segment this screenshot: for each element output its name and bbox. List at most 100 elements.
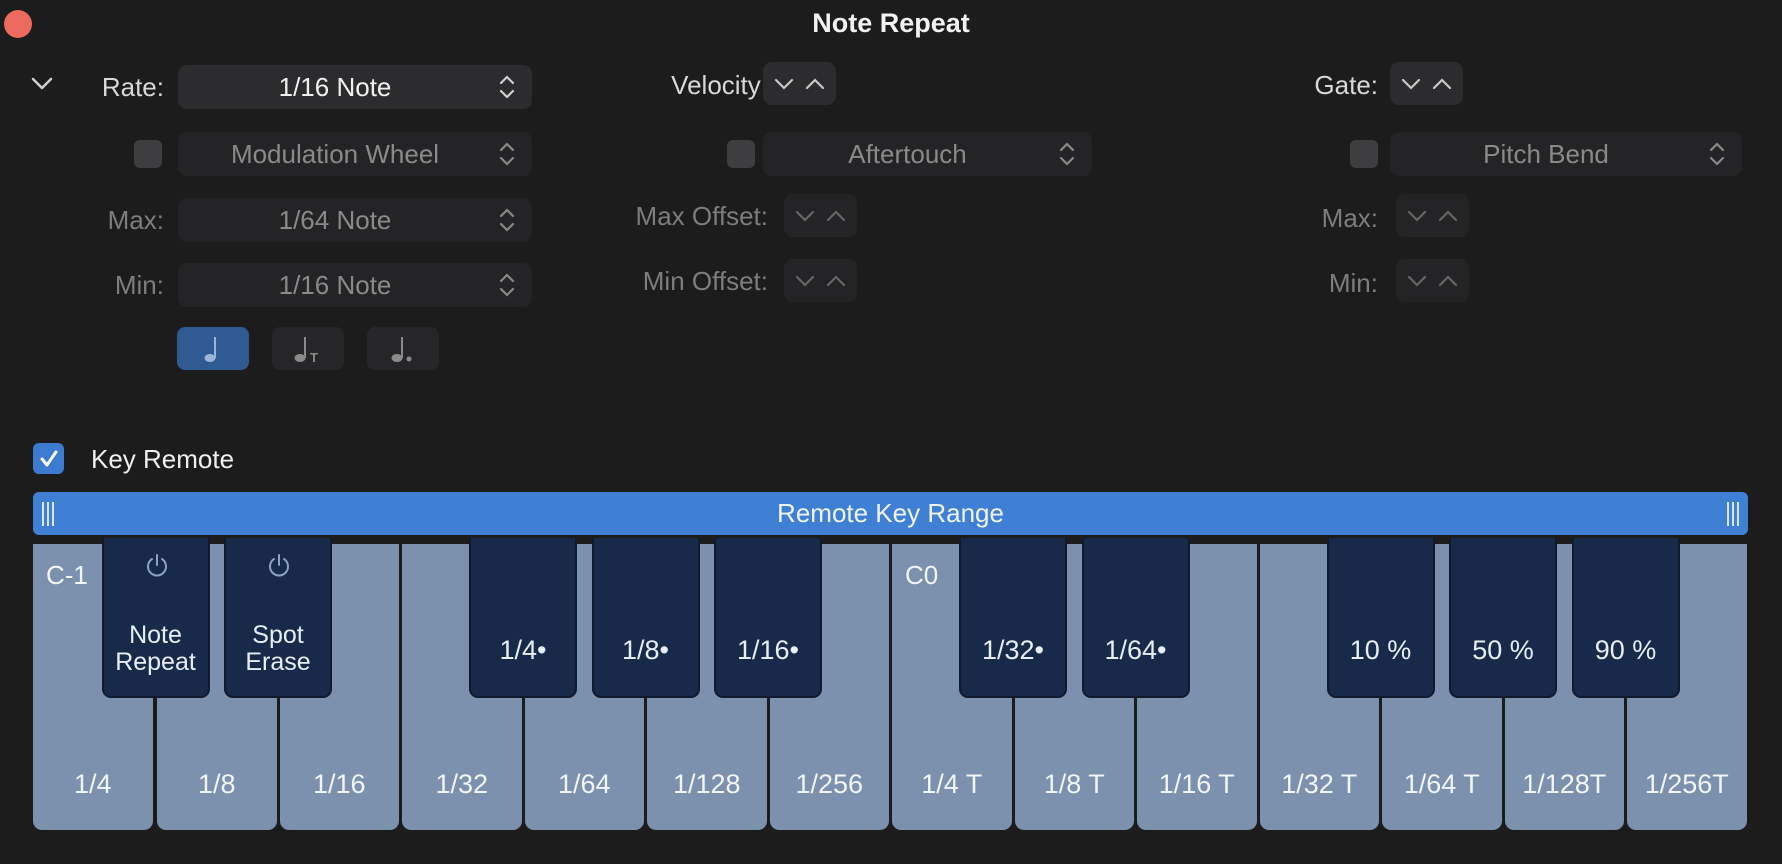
min-label: Min: (114, 270, 164, 300)
chevron-down-icon[interactable] (1406, 208, 1428, 224)
black-key-label: Note Repeat (104, 622, 208, 676)
black-key[interactable]: 50 % (1449, 538, 1557, 698)
white-key-label: 1/32 (435, 769, 489, 799)
pitch-bend-checkbox[interactable] (1350, 140, 1378, 168)
black-key-label: Spot Erase (226, 622, 330, 676)
velocity-label: Velocity: (671, 70, 768, 100)
pitch-bend-source-value: Pitch Bend (1483, 138, 1609, 169)
gate-min-stepper[interactable] (1396, 259, 1469, 302)
black-key-label: 1/32• (981, 635, 1044, 665)
rate-value: 1/16 Note (278, 71, 392, 102)
black-key-label: 90 % (1594, 635, 1657, 665)
white-key-label: 1/64 (557, 769, 611, 799)
remote-key-range-bar[interactable]: Remote Key Range (33, 492, 1748, 535)
min-rate-value: 1/16 Note (278, 269, 392, 300)
black-key-label-line: Repeat (115, 648, 196, 676)
white-key-label: 1/8 T (1043, 769, 1105, 799)
range-start-handle-icon[interactable] (41, 502, 55, 526)
power-icon (146, 554, 167, 577)
white-key-label: 1/128 (672, 769, 741, 799)
chevron-down-icon[interactable] (1406, 273, 1428, 289)
white-key-label: 1/4 (73, 769, 112, 799)
min-offset-stepper[interactable] (784, 259, 857, 302)
octave-label: C0 (905, 560, 939, 590)
key-remote-label: Key Remote (91, 444, 235, 474)
pitch-bend-source-popup[interactable]: Pitch Bend (1390, 132, 1742, 176)
key-remote-checkbox[interactable] (33, 443, 64, 474)
black-key[interactable]: 90 % (1571, 538, 1680, 698)
white-key-label: 1/32 T (1281, 769, 1358, 799)
range-end-handle-icon[interactable] (1726, 502, 1740, 526)
min-rate-popup[interactable]: 1/16 Note (178, 263, 532, 307)
chevron-down-icon[interactable] (1400, 76, 1422, 92)
power-icon (269, 554, 289, 577)
chevron-up-icon[interactable] (1437, 208, 1459, 224)
gate-label: Gate: (1314, 70, 1378, 100)
up-down-arrows-icon (499, 208, 515, 232)
chevron-up-icon[interactable] (825, 208, 847, 224)
max-rate-popup[interactable]: 1/64 Note (178, 198, 532, 242)
black-key-label: 1/8• (622, 635, 669, 665)
black-key[interactable]: 1/4• (469, 538, 577, 698)
chevron-down-icon[interactable] (773, 76, 795, 92)
white-key-label: 1/64 T (1403, 769, 1480, 799)
quarter-note-icon (204, 336, 216, 362)
black-key-label: 10 % (1349, 635, 1412, 665)
up-down-arrows-icon (499, 273, 515, 297)
white-key-label: 1/8 (197, 769, 236, 799)
min-offset-label: Min Offset: (642, 266, 768, 296)
triplet-note-button[interactable]: T (272, 327, 344, 370)
chevron-down-icon[interactable] (794, 208, 816, 224)
velocity-stepper[interactable] (763, 62, 836, 105)
up-down-arrows-icon (499, 75, 515, 99)
white-key-label: 1/16 T (1158, 769, 1235, 799)
max-label: Max: (107, 205, 164, 235)
window-title: Note Repeat (812, 8, 970, 38)
chevron-up-icon[interactable] (1437, 273, 1459, 289)
black-key[interactable]: 1/16• (714, 538, 822, 698)
disclosure-chevron-icon[interactable] (28, 74, 56, 94)
gate-stepper[interactable] (1390, 62, 1463, 105)
octave-label: C-1 (46, 560, 88, 590)
black-key[interactable]: Spot Erase (224, 538, 332, 698)
triplet-note-icon: T (294, 336, 318, 364)
black-key[interactable]: 1/64• (1081, 538, 1190, 698)
chevron-up-icon[interactable] (1431, 76, 1453, 92)
aftertouch-source-popup[interactable]: Aftertouch (763, 132, 1092, 176)
black-key[interactable]: 10 % (1326, 538, 1435, 698)
modulation-source-popup[interactable]: Modulation Wheel (178, 132, 532, 176)
black-key-label-line: Spot (252, 621, 304, 649)
chevron-up-icon[interactable] (825, 273, 847, 289)
remote-key-range-label: Remote Key Range (777, 498, 1004, 528)
rate-popup[interactable]: 1/16 Note (178, 65, 532, 109)
max-offset-stepper[interactable] (784, 194, 857, 237)
up-down-arrows-icon (499, 142, 515, 166)
black-key-label-line: Note (129, 621, 182, 649)
rate-label: Rate: (101, 72, 164, 102)
black-key-label: 1/16• (736, 635, 799, 665)
black-key[interactable]: Note Repeat (101, 538, 210, 698)
black-key[interactable]: 1/32• (959, 538, 1067, 698)
black-key-label-line: Erase (245, 648, 311, 676)
chevron-up-icon[interactable] (804, 76, 826, 92)
dotted-note-button[interactable] (367, 327, 439, 370)
white-key-label: 1/256 (795, 769, 864, 799)
aftertouch-checkbox[interactable] (727, 140, 755, 168)
white-key-label: 1/256T (1644, 769, 1729, 799)
gate-max-label: Max: (1321, 203, 1378, 233)
black-key[interactable]: 1/8• (591, 538, 700, 698)
gate-max-stepper[interactable] (1396, 194, 1469, 237)
up-down-arrows-icon (1059, 142, 1075, 166)
modulation-wheel-checkbox[interactable] (134, 140, 162, 168)
gate-min-label: Min: (1328, 268, 1378, 298)
svg-text:T: T (310, 350, 318, 364)
dotted-note-icon (391, 336, 412, 362)
checkmark-icon (40, 450, 57, 466)
max-offset-label: Max Offset: (635, 201, 768, 231)
black-key-label: 50 % (1472, 635, 1534, 665)
straight-note-button[interactable] (177, 327, 249, 370)
white-key-label: 1/4 T (921, 769, 983, 799)
aftertouch-source-value: Aftertouch (848, 138, 967, 169)
white-key-label: 1/128T (1522, 769, 1607, 799)
chevron-down-icon[interactable] (794, 273, 816, 289)
